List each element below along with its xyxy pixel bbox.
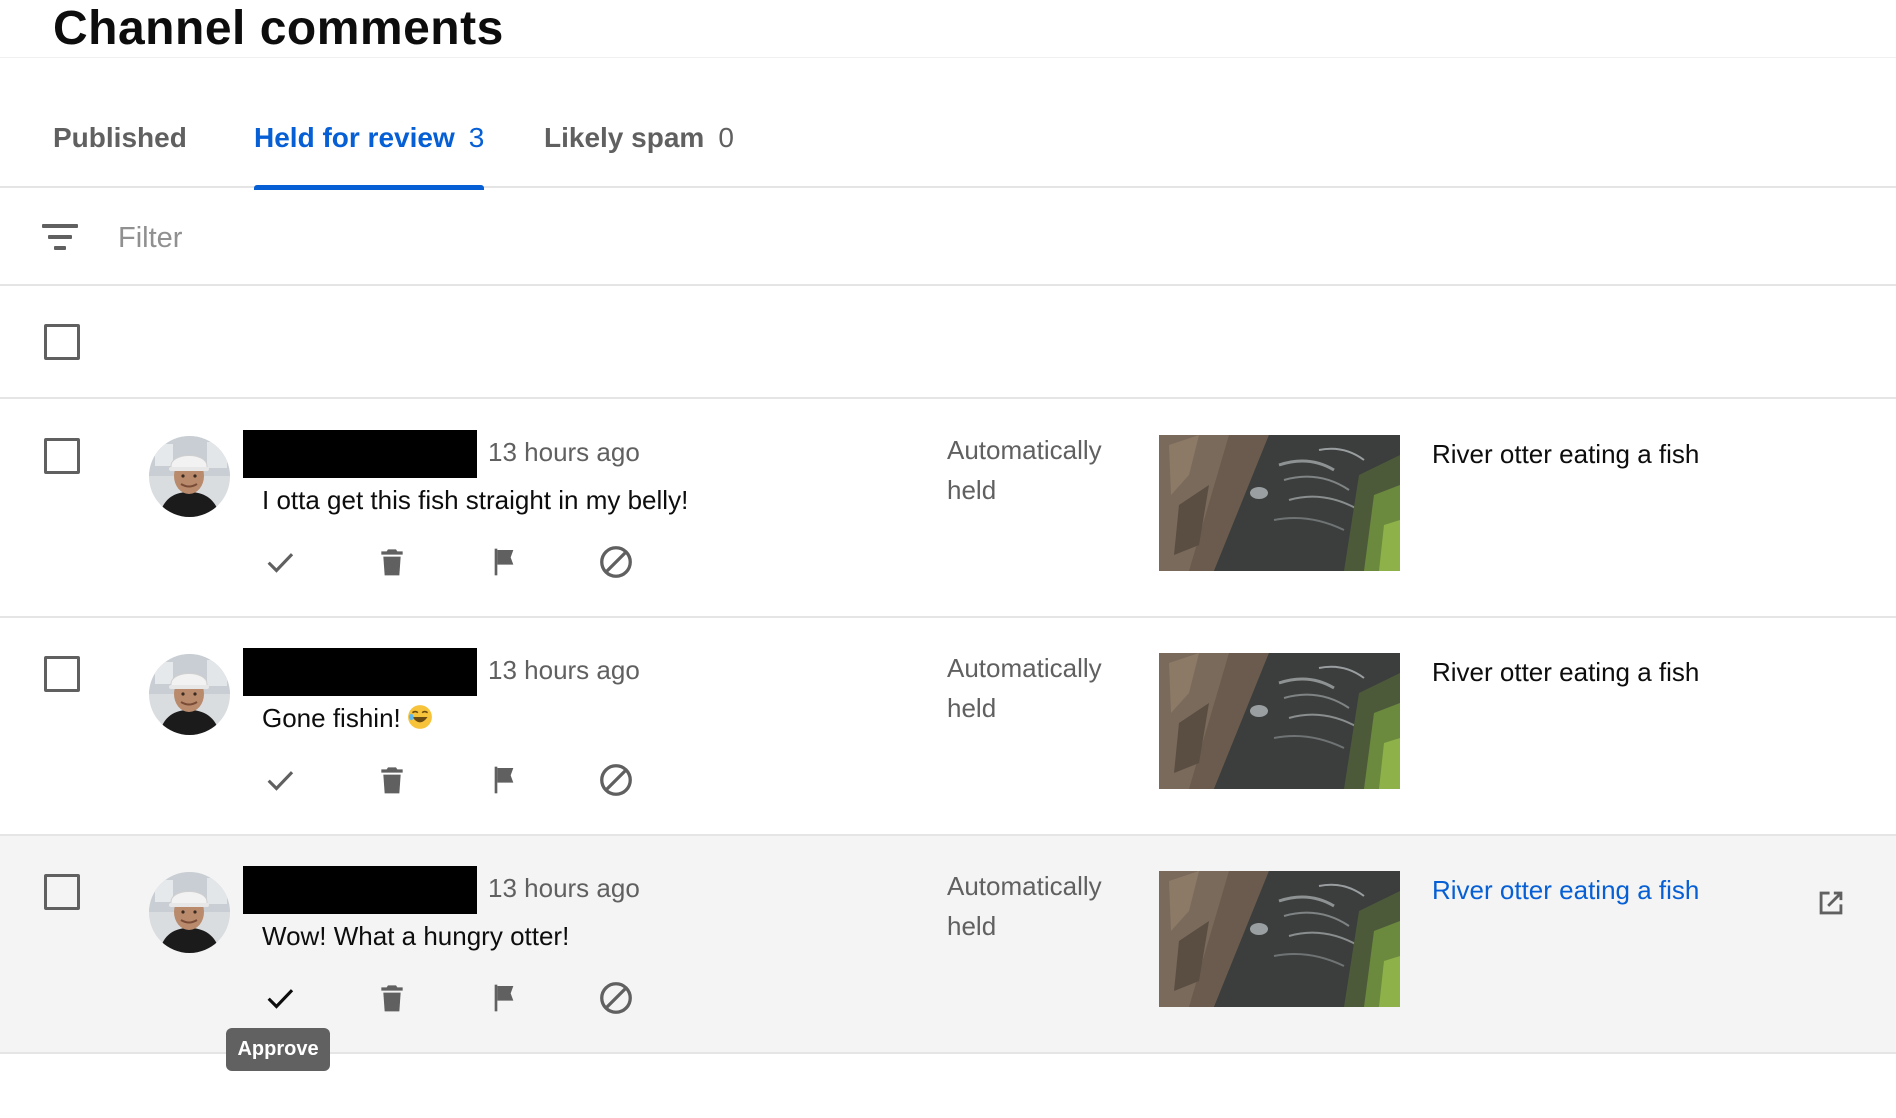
delete-button[interactable] [370,540,414,584]
comment-row: 13 hours ago Wow! What a hungry otter! A… [0,836,1896,1054]
tab-count: 0 [718,122,734,153]
approve-button[interactable] [258,540,302,584]
tab-bar: Published Held for review 3 Likely spam 0 [0,100,1896,190]
tab-count: 3 [468,122,485,153]
trash-icon [376,764,408,796]
approve-tooltip: Approve [226,1028,330,1071]
block-icon [598,544,634,580]
held-reason: Automatically held [947,871,1102,941]
page-header: Channel comments [0,0,1896,58]
video-title-link[interactable]: River otter eating a fish [1432,436,1699,472]
video-thumbnail[interactable] [1159,871,1400,1007]
tab-likely-spam[interactable]: Likely spam 0 [544,100,734,188]
comment-body: Gone fishin! [262,703,401,733]
block-icon [598,980,634,1016]
row-checkbox[interactable] [44,656,80,692]
open-in-new-icon[interactable] [1814,886,1848,920]
flag-icon [488,764,520,796]
redacted-username [243,430,477,478]
check-icon [263,763,297,797]
select-all-row [0,288,1896,399]
video-title-link[interactable]: River otter eating a fish [1432,872,1699,908]
hide-user-button[interactable] [594,758,638,802]
video-thumbnail[interactable] [1159,653,1400,789]
held-reason: Automatically held [947,653,1102,723]
tab-held-for-review[interactable]: Held for review 3 [254,100,485,190]
report-button[interactable] [482,758,526,802]
tab-label: Likely spam [544,122,705,153]
comment-time: 13 hours ago [488,437,640,467]
avatar[interactable] [149,436,230,517]
flag-icon [488,982,520,1014]
block-icon [598,762,634,798]
approve-button[interactable] [258,976,302,1020]
comment-body: I otta get this fish straight in my bell… [262,485,689,515]
comment-text: Gone fishin! [262,700,433,736]
comment-body: Wow! What a hungry otter! [262,921,570,951]
approve-button[interactable] [258,758,302,802]
filter-input[interactable] [118,210,818,266]
filter-bar [0,190,1896,286]
comment-time: 13 hours ago [488,873,640,903]
report-button[interactable] [482,976,526,1020]
delete-button[interactable] [370,758,414,802]
flag-icon [488,546,520,578]
rolling-on-floor-laughing-emoji-icon [407,704,433,730]
avatar[interactable] [149,872,230,953]
video-thumbnail[interactable] [1159,435,1400,571]
trash-icon [376,546,408,578]
page-title: Channel comments [53,2,504,55]
video-title-link[interactable]: River otter eating a fish [1432,654,1699,690]
comment-text: I otta get this fish straight in my bell… [262,482,688,518]
redacted-username [243,866,477,914]
held-reason: Automatically held [947,435,1102,505]
hide-user-button[interactable] [594,540,638,584]
filter-icon[interactable] [42,220,82,254]
row-checkbox[interactable] [44,874,80,910]
delete-button[interactable] [370,976,414,1020]
hide-user-button[interactable] [594,976,638,1020]
trash-icon [376,982,408,1014]
row-checkbox[interactable] [44,438,80,474]
select-all-checkbox[interactable] [44,324,80,360]
redacted-username [243,648,477,696]
avatar[interactable] [149,654,230,735]
tab-label: Published [53,122,187,153]
comment-row: 13 hours ago I otta get this fish straig… [0,400,1896,618]
check-icon [263,545,297,579]
report-button[interactable] [482,540,526,584]
tab-label: Held for review [254,122,455,153]
comment-time: 13 hours ago [488,655,640,685]
comment-text: Wow! What a hungry otter! [262,918,569,954]
check-icon [263,981,297,1015]
comment-row: 13 hours ago Gone fishin! Automatically … [0,618,1896,836]
tab-published[interactable]: Published [53,100,187,188]
